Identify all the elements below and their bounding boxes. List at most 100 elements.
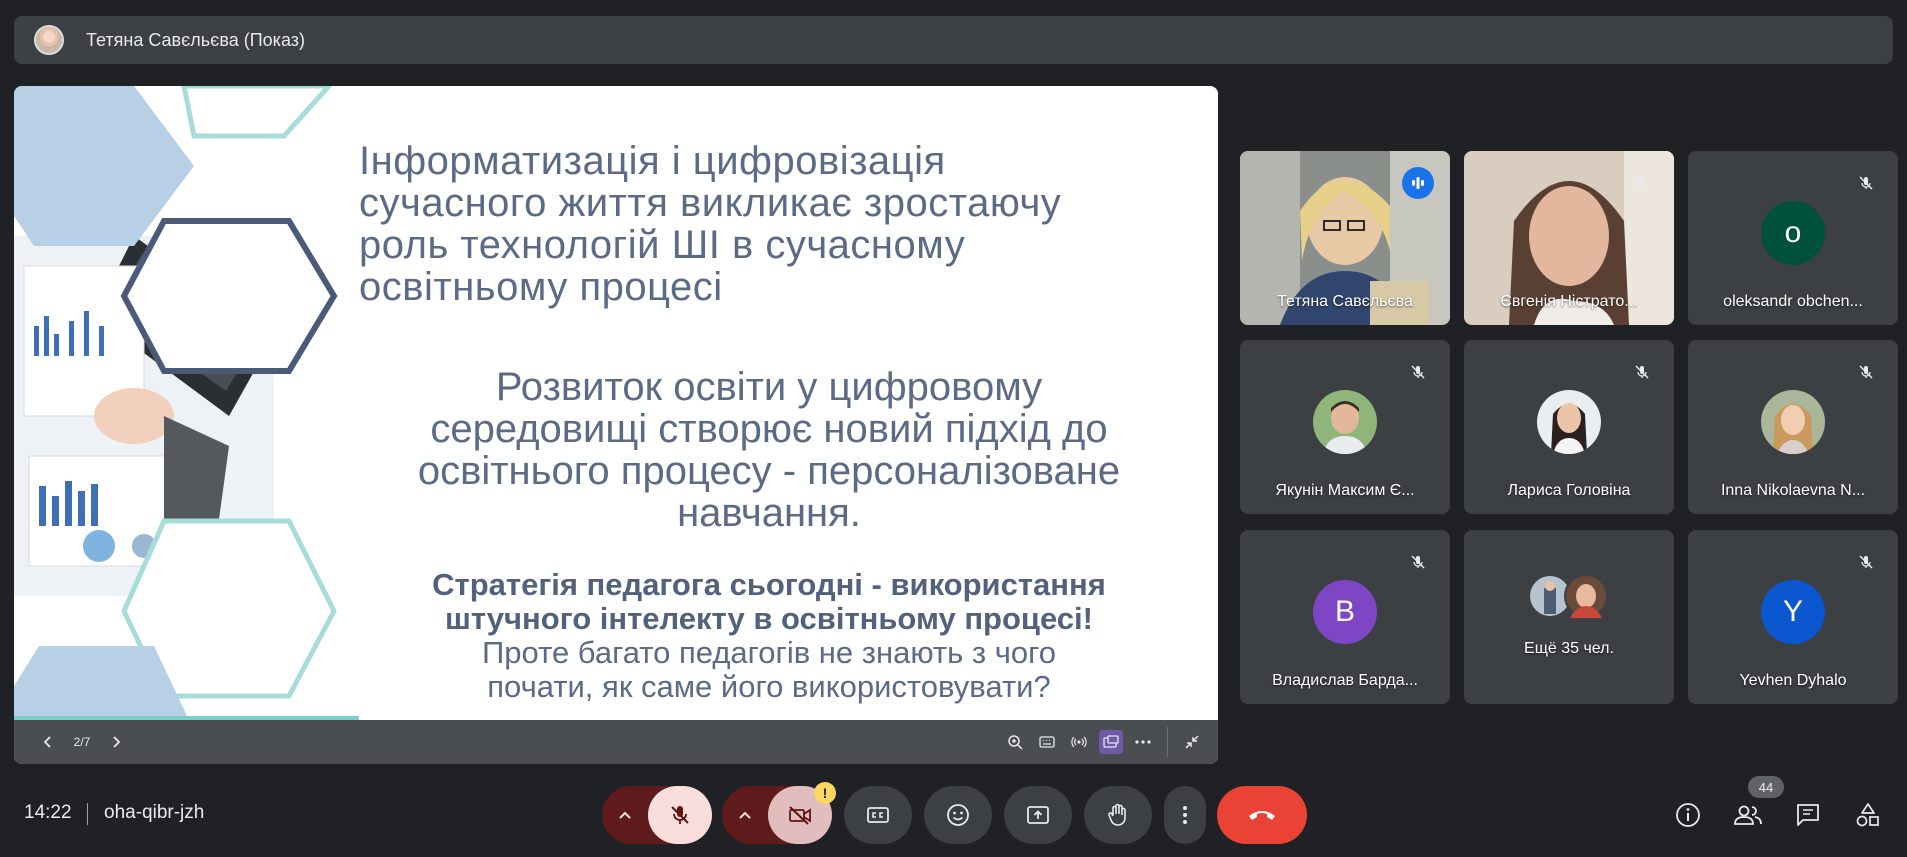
present-screen-button[interactable] [1004,786,1072,844]
more-participants-label: Ещё 35 чел. [1524,640,1614,657]
participant-name: Inna Nikolaevna N... [1720,482,1866,499]
participant-tile[interactable]: B Владислав Барда... [1240,530,1450,704]
present-icon [1027,806,1049,824]
mic-off-indicator [1626,356,1658,388]
slide-text: Інформатизація і цифровізація сучасного … [359,140,1179,704]
slide-subtitle: Розвиток освіти у цифровому середовищі с… [359,366,1179,534]
slide-title-line: сучасного життя викликає зростаючу [359,181,1062,225]
chevron-up-icon [619,811,631,819]
collapse-icon [1185,735,1199,749]
reactions-button[interactable] [924,786,992,844]
meeting-details-button[interactable] [1666,793,1710,837]
slide-bold-text: Стратегія педагога сьогодні - використан… [359,568,1179,636]
slide-subtitle-line: середовищі створює новий підхід до [430,407,1108,451]
slide-controls: 2/7 [14,720,1218,764]
zoom-in-button[interactable] [1003,730,1027,754]
slide-tools [1003,727,1218,757]
keyboard-button[interactable] [1035,730,1059,754]
mic-off-icon [1635,365,1649,379]
participant-name: Владислав Барда... [1272,672,1418,689]
chevron-right-icon [113,736,121,748]
slide: Інформатизація і цифровізація сучасного … [14,86,1218,720]
avatar-photo [1761,390,1825,454]
meeting-code: oha-qibr-jzh [104,802,205,823]
participant-tile[interactable]: Лариса Головіна [1464,340,1674,514]
broadcast-button[interactable] [1067,730,1091,754]
mic-off-indicator [1626,167,1658,199]
mic-off-icon [671,806,689,824]
participant-tile[interactable]: Y Yevhen Dyhalo [1688,530,1898,704]
people-icon [1734,805,1762,825]
participant-tile[interactable]: Євгенія Ністрато... [1464,151,1674,325]
presenter-title: Тетяна Савєльєва (Показ) [86,29,306,50]
participant-tile[interactable]: o oleksandr obchen... [1688,151,1898,325]
participant-name: Тетяна Савєльєва [1277,293,1413,310]
zoom-in-icon [1008,735,1023,750]
chevron-up-icon [739,811,751,819]
avatar-photo [1537,390,1601,454]
mic-off-icon [1411,365,1425,379]
avatar-photo [1313,390,1377,454]
avatar: o [1761,201,1825,265]
participant-name: oleksandr obchen... [1723,293,1863,310]
more-participants-tile[interactable]: Ещё 35 чел. [1464,530,1674,704]
participant-tile[interactable]: Inna Nikolaevna N... [1688,340,1898,514]
video-options-button[interactable] [722,786,768,844]
closed-captions-icon [867,807,889,823]
slide-title-line: освітньому процесі [359,265,723,309]
camera-off-icon [789,806,811,825]
avatar [1761,390,1825,454]
activities-icon [1856,803,1879,827]
mic-off-icon [1411,555,1425,569]
slide-title-line: Інформатизація і цифровізація [359,139,946,183]
mic-off-indicator [1850,546,1882,578]
captions-button[interactable] [844,786,912,844]
chat-icon [1797,804,1819,826]
mic-off-indicator [1402,546,1434,578]
slide-subtitle-line: навчання. [677,491,861,535]
hand-icon [1108,803,1126,826]
participant-name: Якунін Максим Є... [1275,482,1415,499]
slide-bold-line: штучного інтелекту в освітньому процесі! [445,601,1093,636]
slide-page-indicator: 2/7 [73,735,91,749]
slide-plain-line: Проте багато педагогів не знають з чого [482,635,1056,670]
broadcast-icon [1071,736,1087,748]
chat-button[interactable] [1786,793,1830,837]
slide-bold-line: Стратегія педагога сьогодні - використан… [432,567,1106,602]
slide-plain-text: Проте багато педагогів не знають з чого … [359,636,1179,704]
leave-call-button[interactable] [1217,786,1307,844]
presentation-view[interactable]: Інформатизація і цифровізація сучасного … [14,86,1218,764]
phone-hangup-icon [1249,811,1275,820]
mic-off-icon [1635,176,1649,190]
people-button[interactable] [1726,793,1770,837]
more-slide-options-button[interactable] [1131,730,1155,754]
divider [1167,727,1168,757]
slide-subtitle-line: освітнього процесу - персоналізоване [417,449,1121,493]
prev-slide-button[interactable] [34,728,62,756]
participant-tile[interactable]: Тетяна Савєльєва [1240,151,1450,325]
mic-off-icon [1859,555,1873,569]
presenter-bar: Тетяна Савєльєва (Показ) [14,16,1893,64]
avatar: B [1313,580,1377,644]
audio-level-icon [1412,177,1424,189]
audio-options-button[interactable] [602,786,648,844]
more-options-button[interactable] [1164,786,1206,844]
mic-toggle-button[interactable] [648,786,712,844]
slide-subtitle-line: Розвиток освіти у цифровому [495,365,1043,409]
avatar-group [1530,574,1610,620]
keyboard-icon [1039,736,1055,748]
speaking-indicator [1402,167,1434,199]
avatar [1313,390,1377,454]
divider [87,803,88,825]
mic-control-group [602,786,712,844]
participant-tile[interactable]: Якунін Максим Є... [1240,340,1450,514]
mic-off-indicator [1850,356,1882,388]
activities-button[interactable] [1846,793,1890,837]
exit-fullscreen-button[interactable] [1180,730,1204,754]
more-horizontal-icon [1135,740,1151,744]
next-slide-button[interactable] [102,728,130,756]
raise-hand-button[interactable] [1084,786,1152,844]
camera-warning-badge: ! [814,782,836,804]
info-icon [1676,803,1700,827]
pip-button[interactable] [1099,730,1123,754]
